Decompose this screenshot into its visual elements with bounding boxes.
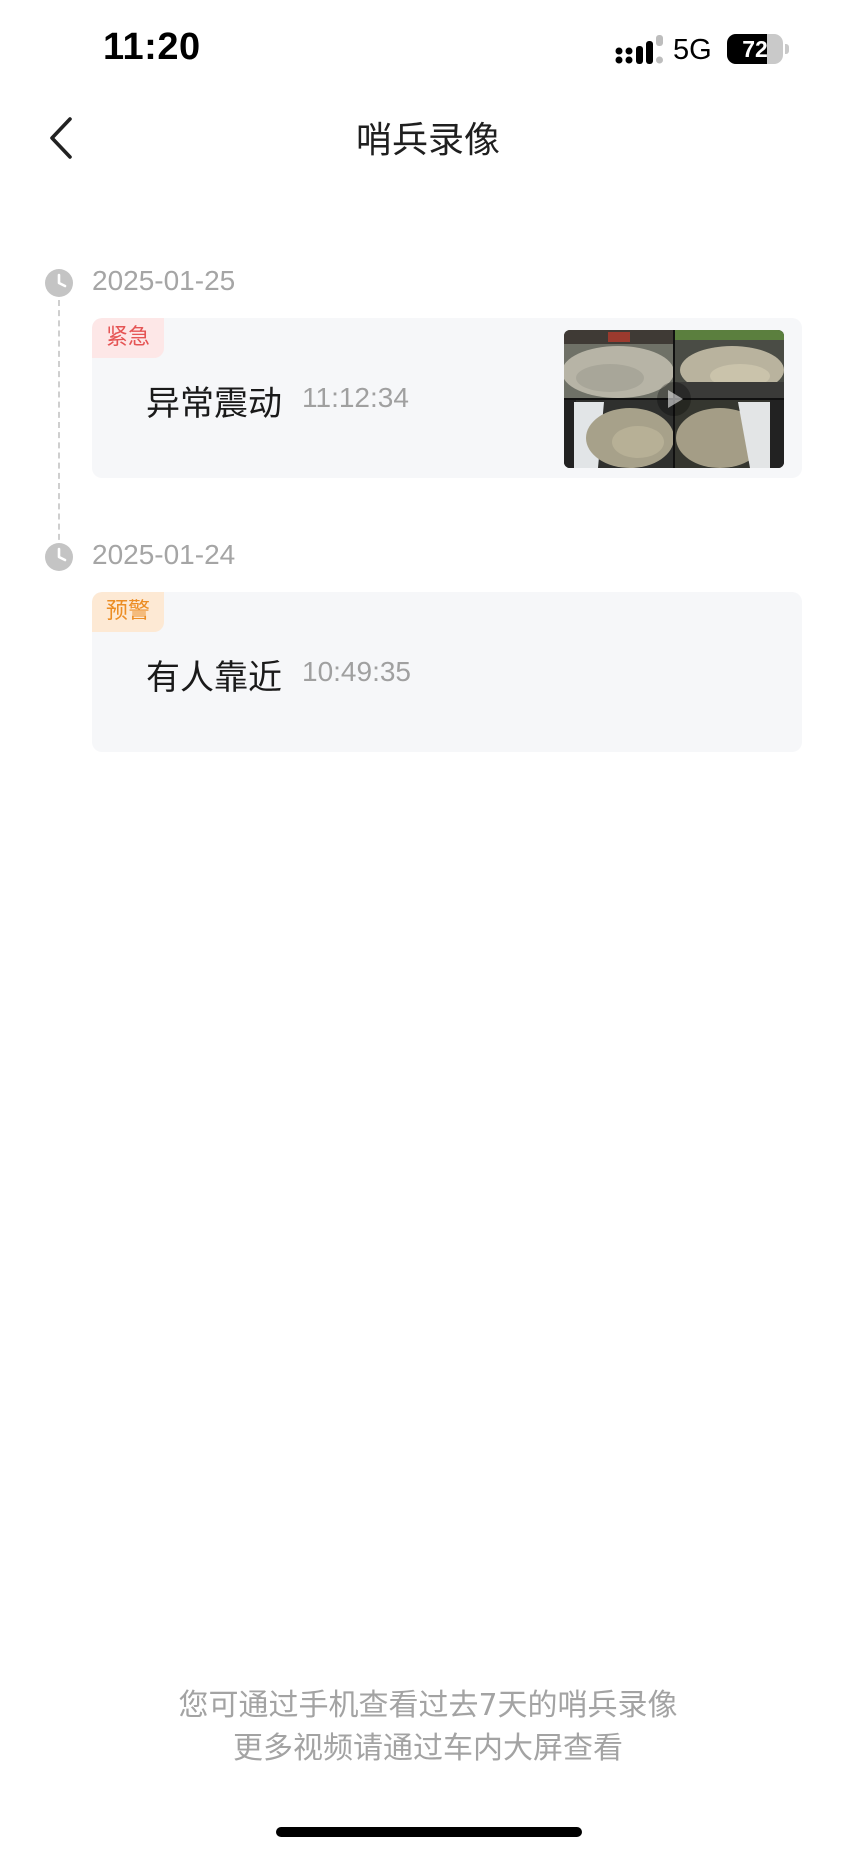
timeline-connector — [58, 300, 60, 550]
urgency-badge: 预警 — [92, 592, 164, 632]
event-name: 异常震动 — [146, 384, 282, 424]
clock-icon — [45, 543, 73, 571]
event-time: 10:49:35 — [302, 656, 411, 687]
urgency-badge: 紧急 — [92, 318, 164, 358]
video-thumbnail-image — [564, 330, 784, 468]
battery-level: 72 — [742, 36, 768, 62]
network-type: 5G — [673, 34, 712, 66]
status-time: 11:20 — [103, 26, 201, 68]
event-time: 11:12:34 — [302, 382, 409, 413]
date-label: 2025-01-25 — [92, 265, 236, 296]
event-card[interactable]: 预警 有人靠近 10:49:35 — [92, 592, 802, 752]
status-bar: 11:20 5G 72 — [0, 0, 856, 100]
signal-strength-icon — [615, 35, 663, 64]
footer-note-line1: 您可通过手机查看过去7天的哨兵录像 — [178, 1688, 678, 1723]
battery-icon: 72 — [727, 34, 789, 64]
clock-icon — [45, 269, 73, 297]
event-name: 有人靠近 — [146, 658, 282, 698]
footer-note-line2: 更多视频请通过车内大屏查看 — [233, 1731, 623, 1766]
home-indicator — [276, 1827, 582, 1837]
date-label: 2025-01-24 — [92, 539, 236, 570]
page-title: 哨兵录像 — [355, 120, 500, 161]
event-card[interactable]: 紧急 异常震动 11:12:34 — [92, 318, 802, 478]
video-thumbnail[interactable] — [564, 330, 784, 468]
